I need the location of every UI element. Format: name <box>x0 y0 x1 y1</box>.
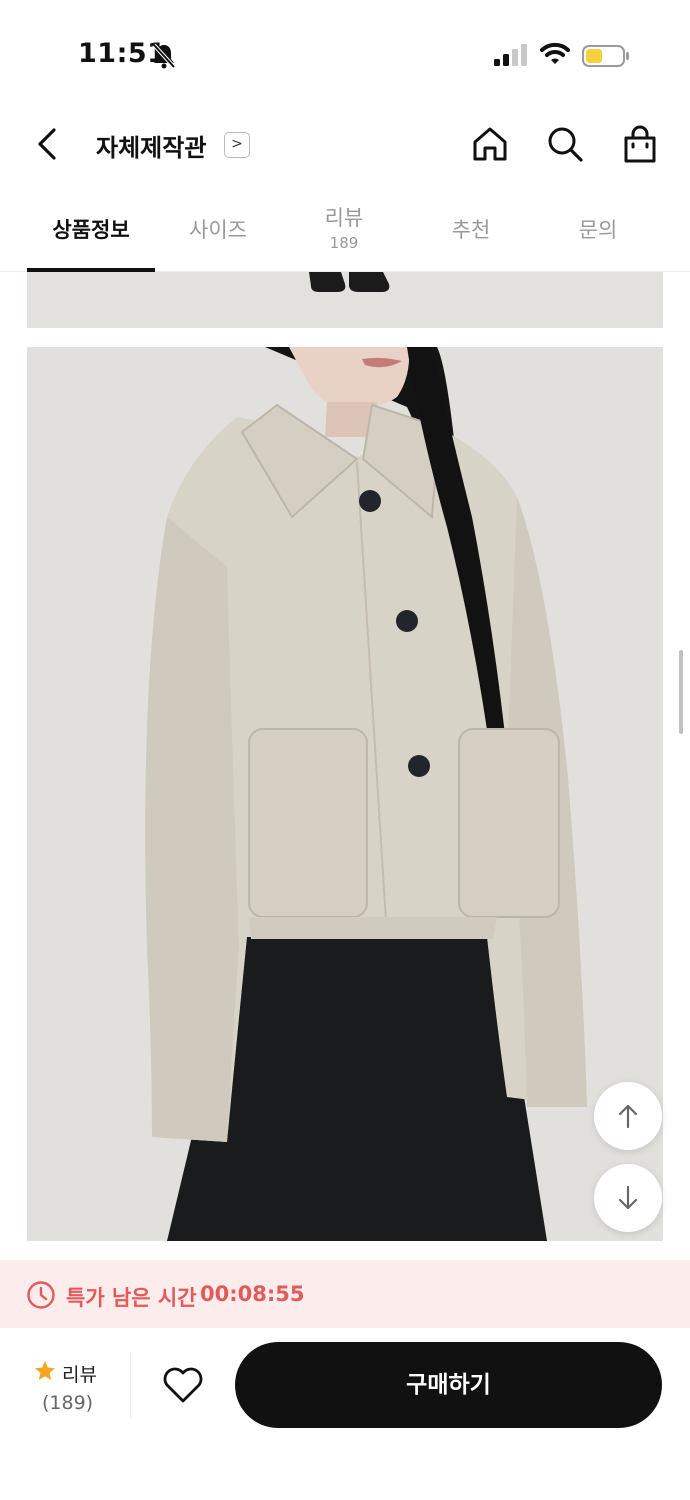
heart-icon[interactable] <box>162 1366 204 1404</box>
product-image-top <box>27 272 663 328</box>
battery-icon <box>582 45 629 67</box>
scrollbar-thumb[interactable] <box>679 650 683 734</box>
scroll-top-button[interactable] <box>594 1082 662 1150</box>
tab-label: 문의 <box>578 218 618 242</box>
review-count[interactable]: (189) <box>42 1392 93 1414</box>
tab-inquiry[interactable]: 문의 <box>534 190 662 272</box>
model-feet-photo <box>27 272 663 328</box>
search-icon[interactable] <box>545 124 585 164</box>
tab-review-count: 189 <box>329 234 359 252</box>
wifi-icon <box>540 42 570 64</box>
shop-name[interactable]: 자체제작관 <box>96 128 206 163</box>
home-icon[interactable] <box>470 124 510 164</box>
top-app-bar: 자체제작관 > <box>0 108 690 184</box>
clock-icon <box>27 1281 55 1309</box>
tab-size[interactable]: 사이즈 <box>154 190 282 272</box>
tab-product-info[interactable]: 상품정보 <box>27 190 155 272</box>
buy-button[interactable]: 구매하기 <box>235 1342 662 1428</box>
sale-timer-label: 특가 남은 시간 <box>66 1286 197 1310</box>
product-image-main <box>27 347 663 1241</box>
product-tabs: 상품정보 사이즈 리뷰 189 추천 문의 <box>0 190 690 272</box>
status-bar: 11:51 <box>0 0 690 100</box>
arrow-down-icon <box>618 1185 638 1210</box>
star-icon <box>35 1361 55 1380</box>
tab-label: 추천 <box>451 218 491 242</box>
shop-chevron-icon[interactable]: > <box>224 132 250 158</box>
tab-label: 리뷰 <box>324 206 364 230</box>
review-label[interactable]: 리뷰 <box>62 1360 97 1387</box>
signal-icon <box>494 44 527 66</box>
arrow-up-icon <box>618 1104 638 1129</box>
bottom-purchase-bar: 리뷰 (189) 구매하기 <box>0 1328 690 1500</box>
beige-wool-cropped-jacket-photo <box>27 347 663 1241</box>
tab-label: 상품정보 <box>52 218 130 242</box>
cart-icon[interactable] <box>620 124 660 164</box>
divider <box>130 1352 131 1418</box>
sale-timer-banner: 특가 남은 시간 00:08:55 <box>0 1260 690 1328</box>
bell-slash-icon <box>152 43 176 69</box>
sale-timer-value: 00:08:55 <box>200 1282 305 1306</box>
scroll-bottom-button[interactable] <box>594 1164 662 1232</box>
tab-recommend[interactable]: 추천 <box>407 190 535 272</box>
back-icon[interactable] <box>32 124 62 164</box>
tab-review[interactable]: 리뷰 189 <box>280 190 408 272</box>
tab-label: 사이즈 <box>189 218 247 242</box>
